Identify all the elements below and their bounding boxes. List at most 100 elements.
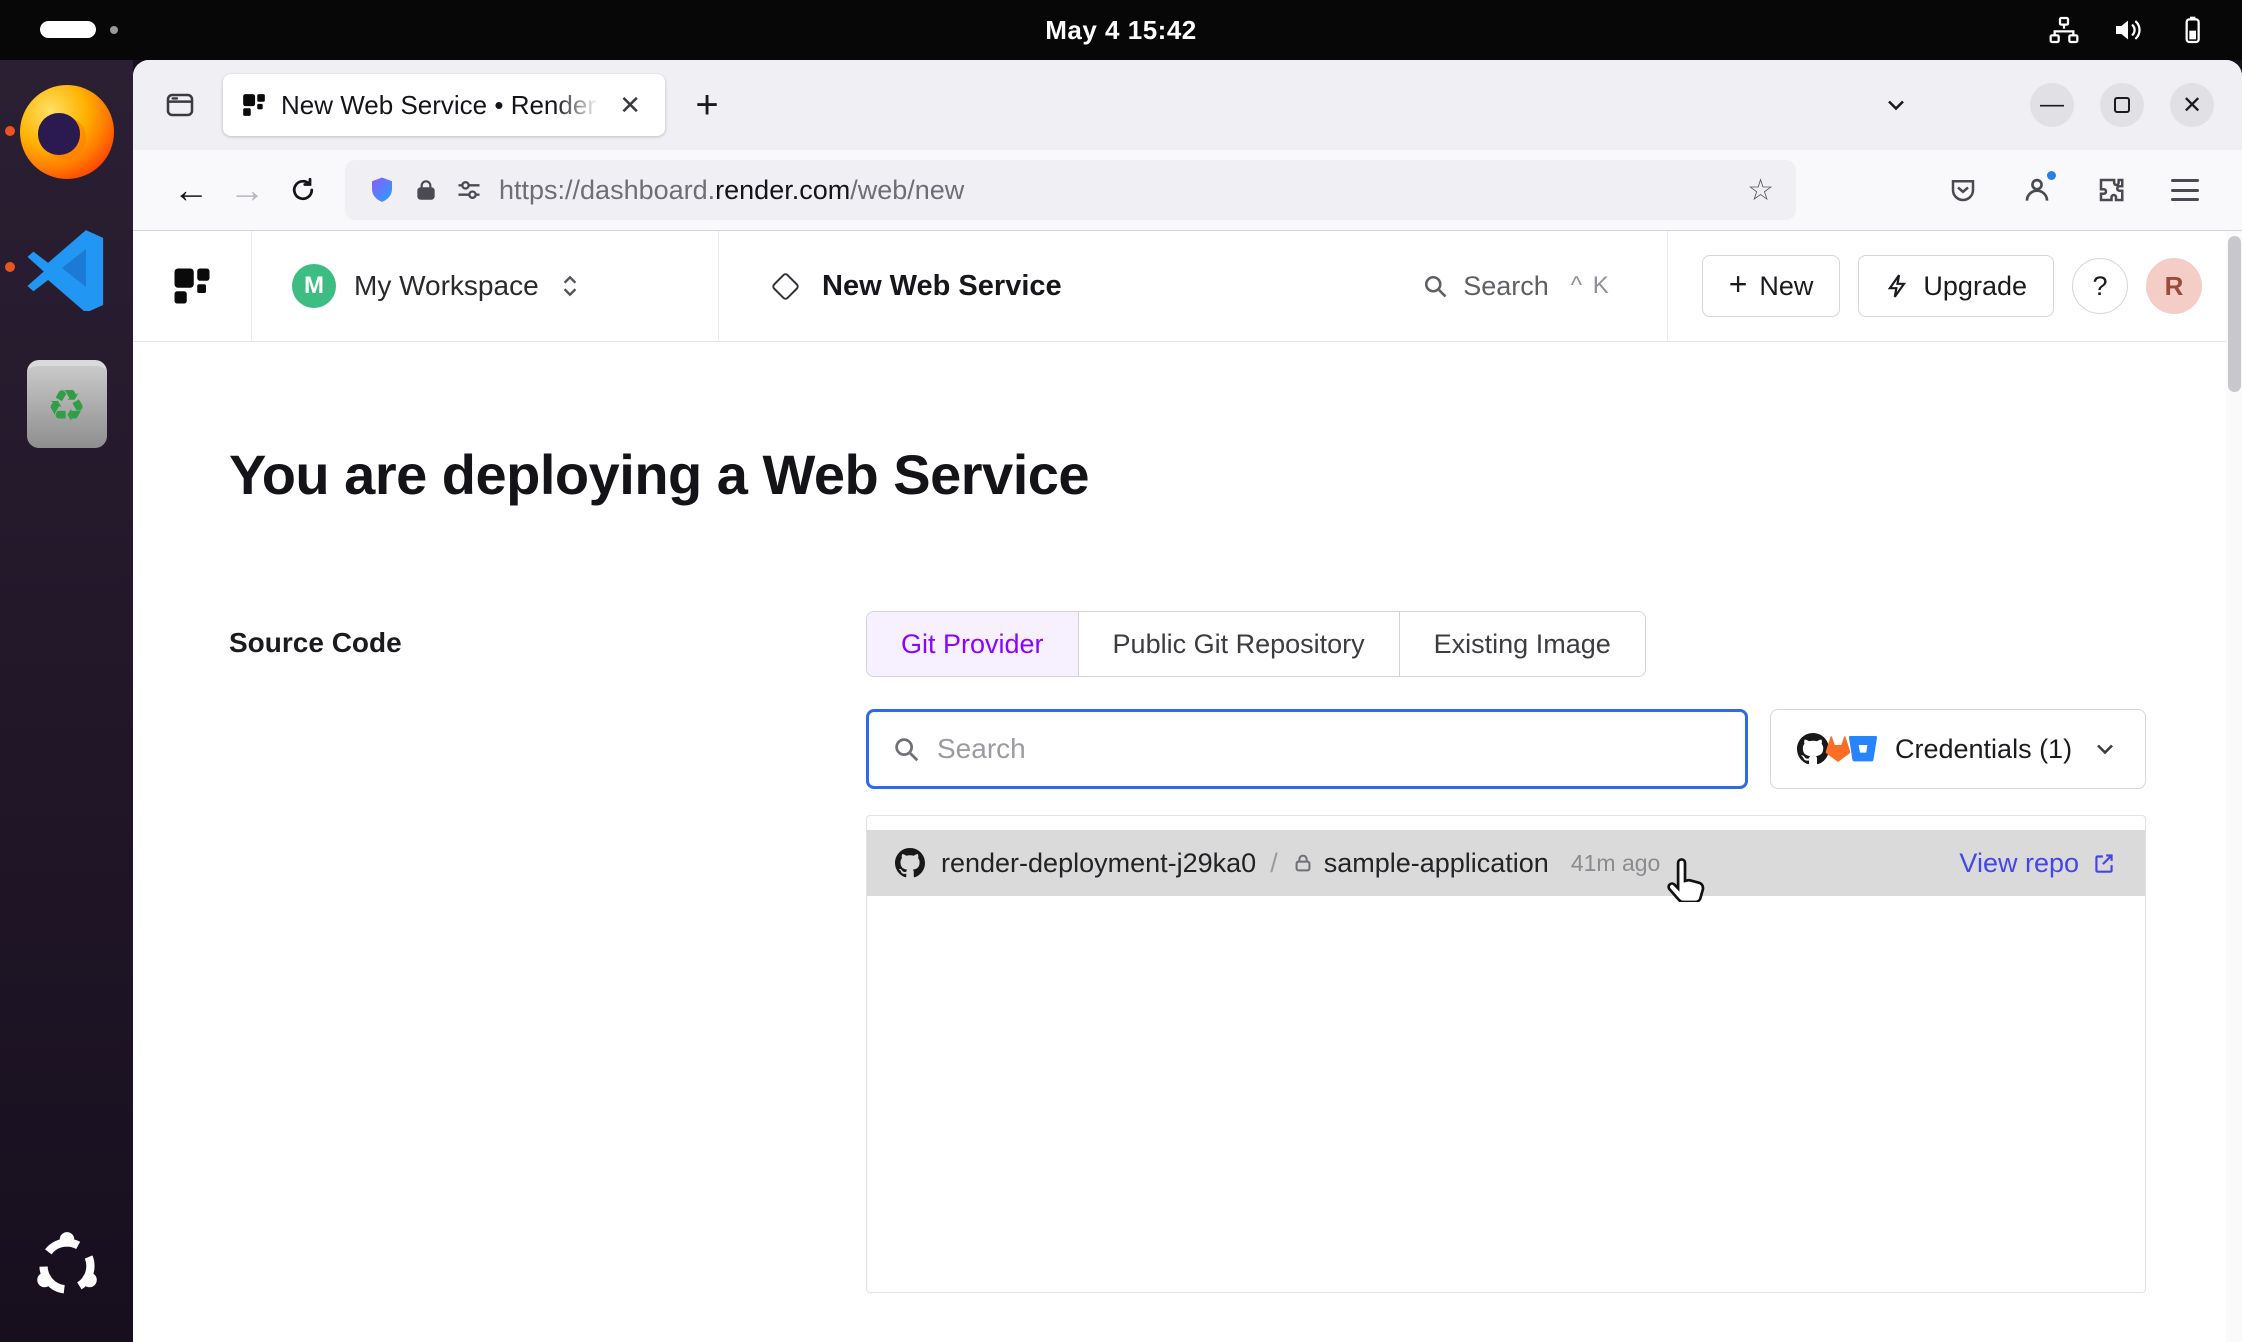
view-repo-link[interactable]: View repo bbox=[1959, 848, 2117, 879]
user-avatar[interactable]: R bbox=[2146, 258, 2202, 314]
dock-item-firefox[interactable] bbox=[19, 84, 115, 180]
pocket-save-button[interactable] bbox=[1936, 163, 1990, 217]
header-title-area: New Web Service Search ^ K bbox=[719, 231, 1668, 341]
repo-search-box[interactable] bbox=[866, 709, 1748, 789]
bitbucket-icon bbox=[1847, 733, 1879, 765]
page-heading: You are deploying a Web Service bbox=[229, 442, 2242, 507]
running-indicator bbox=[5, 262, 15, 272]
tab-close-button[interactable]: ✕ bbox=[613, 88, 647, 123]
dock-item-vscode[interactable] bbox=[19, 220, 115, 316]
menu-button[interactable] bbox=[2158, 163, 2212, 217]
hamburger-icon bbox=[2171, 179, 2199, 201]
search-icon bbox=[1421, 272, 1449, 300]
plus-icon: + bbox=[1729, 266, 1748, 303]
workspace-avatar: M bbox=[292, 264, 336, 308]
trash-icon: ♻ bbox=[27, 360, 107, 448]
browser-tab-active[interactable]: New Web Service • Render ✕ bbox=[223, 74, 665, 136]
render-dashboard-page: M My Workspace New Web Service Search ^ … bbox=[133, 231, 2242, 1342]
tab-title: New Web Service • Render bbox=[281, 90, 599, 121]
vscode-icon bbox=[24, 225, 110, 311]
firefox-view-button[interactable] bbox=[155, 80, 205, 130]
page-scrollbar[interactable] bbox=[2226, 231, 2242, 1342]
account-button[interactable] bbox=[2010, 163, 2064, 217]
url-scheme: https://dashboard. bbox=[499, 175, 715, 206]
source-tabs: Git Provider Public Git Repository Exist… bbox=[866, 611, 1646, 677]
window-controls: — ✕ bbox=[2030, 83, 2214, 127]
volume-icon bbox=[2112, 14, 2144, 46]
upgrade-button-label: Upgrade bbox=[1923, 271, 2027, 302]
ubuntu-logo-icon bbox=[29, 1228, 105, 1304]
render-logo-icon bbox=[171, 265, 213, 307]
account-notification-dot bbox=[2045, 169, 2058, 182]
source-code-label: Source Code bbox=[229, 627, 866, 659]
credentials-dropdown[interactable]: Credentials (1) bbox=[1770, 709, 2146, 789]
upgrade-button[interactable]: Upgrade bbox=[1858, 255, 2054, 317]
tab-public-git-repository[interactable]: Public Git Repository bbox=[1078, 612, 1399, 676]
view-repo-label: View repo bbox=[1959, 848, 2079, 879]
lock-icon[interactable] bbox=[413, 177, 439, 203]
chevron-down-icon bbox=[2091, 735, 2119, 763]
repo-age: 41m ago bbox=[1571, 850, 1661, 877]
header-actions: + New Upgrade ? R bbox=[1668, 231, 2242, 341]
url-bar[interactable]: https://dashboard.render.com/web/new ☆ bbox=[345, 160, 1796, 220]
list-all-tabs-button[interactable] bbox=[1872, 81, 1920, 129]
new-button-label: New bbox=[1759, 271, 1813, 302]
main-content: You are deploying a Web Service Source C… bbox=[133, 342, 2242, 1293]
system-tray[interactable] bbox=[2048, 0, 2208, 60]
repo-owner: render-deployment-j29ka0 bbox=[941, 848, 1256, 879]
help-button[interactable]: ? bbox=[2072, 258, 2128, 314]
repo-search-input[interactable] bbox=[937, 733, 1723, 765]
back-button[interactable]: ← bbox=[163, 162, 219, 218]
app-header: M My Workspace New Web Service Search ^ … bbox=[133, 231, 2242, 342]
new-tab-button[interactable]: + bbox=[681, 79, 733, 131]
tracking-protection-shield-icon[interactable] bbox=[367, 175, 397, 205]
extensions-button[interactable] bbox=[2084, 163, 2138, 217]
lightning-icon bbox=[1885, 273, 1911, 299]
restore-icon bbox=[2114, 97, 2130, 113]
global-search-label: Search bbox=[1463, 271, 1549, 302]
running-indicator bbox=[5, 126, 15, 136]
url-path: /web/new bbox=[850, 175, 964, 206]
new-button[interactable]: + New bbox=[1702, 255, 1841, 317]
toolbar-buttons bbox=[1936, 163, 2212, 217]
repo-list: render-deployment-j29ka0 / sample-applic… bbox=[866, 815, 2146, 1293]
chevron-up-down-icon bbox=[557, 273, 583, 299]
source-code-row: Source Code Git Provider Public Git Repo… bbox=[229, 611, 2242, 1293]
network-icon bbox=[2048, 14, 2080, 46]
tab-git-provider[interactable]: Git Provider bbox=[867, 612, 1078, 676]
dock: ♻ bbox=[0, 60, 133, 1342]
close-button[interactable]: ✕ bbox=[2170, 83, 2214, 127]
external-link-icon bbox=[2091, 850, 2117, 876]
repo-row[interactable]: render-deployment-j29ka0 / sample-applic… bbox=[867, 830, 2145, 896]
tab-existing-image[interactable]: Existing Image bbox=[1399, 612, 1645, 676]
permissions-icon[interactable] bbox=[455, 176, 483, 204]
minimize-button[interactable]: — bbox=[2030, 83, 2074, 127]
navigation-toolbar: ← → bbox=[133, 150, 2242, 231]
battery-icon bbox=[2176, 14, 2208, 46]
bookmark-star-icon[interactable]: ☆ bbox=[1747, 173, 1774, 208]
url-text[interactable]: https://dashboard.render.com/web/new bbox=[499, 175, 1731, 206]
private-lock-icon bbox=[1292, 852, 1314, 874]
repo-name: sample-application bbox=[1324, 848, 1549, 879]
system-clock[interactable]: May 4 15:42 bbox=[0, 0, 2242, 60]
forward-button[interactable]: → bbox=[219, 162, 275, 218]
github-icon bbox=[895, 848, 925, 878]
dock-item-ubuntu[interactable] bbox=[19, 1218, 115, 1314]
dock-item-trash[interactable]: ♻ bbox=[19, 356, 115, 452]
system-top-bar: May 4 15:42 bbox=[0, 0, 2242, 60]
global-search-button[interactable]: Search ^ K bbox=[1421, 271, 1611, 302]
search-icon bbox=[891, 734, 921, 764]
firefox-window: New Web Service • Render ✕ + — ✕ ← → bbox=[133, 60, 2242, 1342]
workspace-name: My Workspace bbox=[354, 270, 539, 302]
render-logo-link[interactable] bbox=[133, 231, 252, 341]
scrollbar-thumb[interactable] bbox=[2228, 236, 2241, 392]
firefox-icon bbox=[20, 85, 114, 179]
service-diamond-icon bbox=[771, 271, 801, 301]
search-shortcut-hint: ^ K bbox=[1571, 272, 1611, 300]
restore-button[interactable] bbox=[2100, 83, 2144, 127]
page-title: New Web Service bbox=[822, 270, 1062, 303]
reload-button[interactable] bbox=[275, 162, 331, 218]
tab-strip: New Web Service • Render ✕ + — ✕ bbox=[133, 60, 2242, 150]
render-favicon-icon bbox=[241, 92, 267, 118]
workspace-selector[interactable]: M My Workspace bbox=[252, 231, 719, 341]
